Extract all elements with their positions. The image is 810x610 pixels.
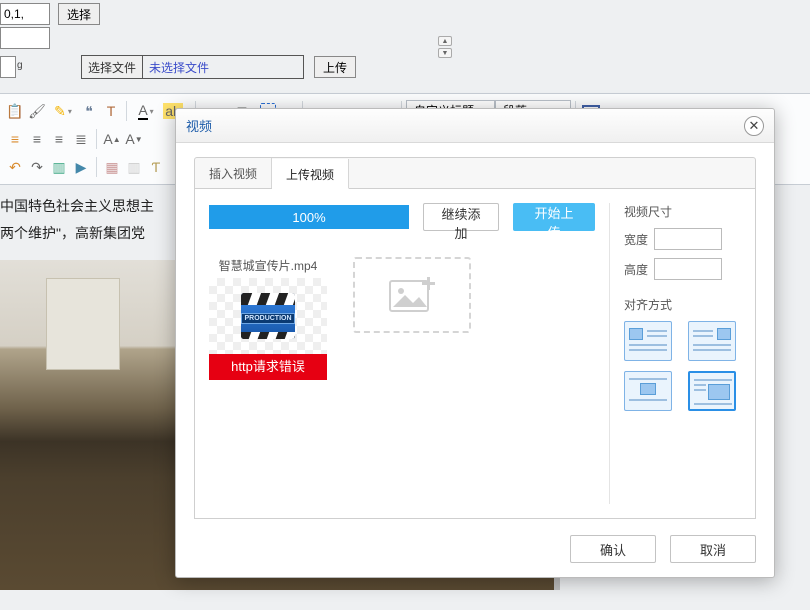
file-picker[interactable]: 选择文件 未选择文件 — [81, 55, 304, 79]
font-dec-icon[interactable]: A▼ — [123, 128, 145, 150]
align-right-icon[interactable]: ≡ — [48, 128, 70, 150]
tab-insert-video[interactable]: 插入视频 — [195, 158, 272, 188]
text-format-icon[interactable]: T — [100, 100, 122, 122]
video-thumb[interactable]: 智慧城宣传片.mp4 PRODUCTION http请求错误 — [209, 257, 327, 380]
align-option-2[interactable] — [688, 321, 736, 361]
modal-title: 视频 — [186, 116, 212, 135]
paste-icon[interactable]: 📋 — [4, 100, 26, 122]
height-input[interactable] — [654, 258, 722, 280]
spinner-down-icon[interactable]: ▼ — [438, 48, 452, 58]
tiny-field[interactable] — [0, 56, 16, 78]
align-option-4[interactable] — [688, 371, 736, 411]
align-option-3[interactable] — [624, 371, 672, 411]
select-button[interactable]: 选择 — [58, 3, 100, 25]
table-icon[interactable]: ▦ — [101, 156, 123, 178]
modal-header: 视频 ✕ — [176, 109, 774, 143]
image-icon[interactable]: ▥ — [48, 156, 70, 178]
choose-file-btn[interactable]: 选择文件 — [82, 56, 143, 78]
g-label: g — [17, 60, 25, 74]
separator — [126, 101, 127, 121]
align-justify-icon[interactable]: ≣ — [70, 128, 92, 150]
upload-progress: 100% — [209, 205, 409, 229]
spinner-up-icon[interactable]: ▲ — [438, 36, 452, 46]
numeric-input[interactable] — [0, 3, 50, 25]
upload-button[interactable]: 上传 — [314, 56, 356, 78]
undo-icon[interactable]: ↶ — [4, 156, 26, 178]
video-preview: PRODUCTION — [209, 278, 327, 354]
highlighter-icon[interactable]: ✎ — [48, 100, 78, 122]
tab-upload-video[interactable]: 上传视频 — [272, 159, 349, 189]
upload-error: http请求错误 — [209, 354, 327, 380]
align-left-icon[interactable]: ≡ — [4, 128, 26, 150]
insert-row-icon[interactable]: ▥ — [123, 156, 145, 178]
align-options — [624, 321, 741, 411]
font-inc-icon[interactable]: A▲ — [101, 128, 123, 150]
video-size-label: 视频尺寸 — [624, 203, 741, 220]
width-input[interactable] — [654, 228, 722, 250]
progress-percent: 100% — [292, 210, 325, 225]
add-more-dropzone[interactable] — [353, 257, 471, 333]
video-file-name: 智慧城宣传片.mp4 — [209, 257, 327, 274]
redo-icon[interactable]: ↷ — [26, 156, 48, 178]
image-placeholder-icon — [389, 275, 435, 315]
formula-icon[interactable]: Ƭ — [145, 156, 167, 178]
align-center-icon[interactable]: ≡ — [26, 128, 48, 150]
close-icon[interactable]: ✕ — [744, 116, 764, 136]
clapperboard-icon: PRODUCTION — [241, 293, 295, 339]
start-upload-button[interactable]: 开始上传 — [513, 203, 595, 231]
continue-add-button[interactable]: 继续添加 — [423, 203, 499, 231]
separator — [96, 129, 97, 149]
align-option-1[interactable] — [624, 321, 672, 361]
height-label: 高度 — [624, 261, 648, 278]
quote-icon[interactable]: ❝ — [78, 100, 100, 122]
align-label: 对齐方式 — [624, 296, 741, 313]
width-label: 宽度 — [624, 231, 648, 248]
no-file-label: 未选择文件 — [143, 56, 303, 78]
cancel-button[interactable]: 取消 — [670, 535, 756, 563]
modal-tabs: 插入视频 上传视频 — [194, 157, 756, 189]
video-modal: 视频 ✕ 插入视频 上传视频 100% 继续添加 开始上传 智慧城宣传片.mp — [175, 108, 775, 578]
aux-input[interactable] — [0, 27, 50, 49]
top-form: 选择 g 选择文件 未选择文件 上传 — [0, 0, 810, 83]
video-icon[interactable]: ▶ — [70, 156, 92, 178]
font-color-icon[interactable]: A — [131, 100, 161, 122]
ok-button[interactable]: 确认 — [570, 535, 656, 563]
brush-icon[interactable]: 🖌 — [26, 100, 48, 122]
separator — [96, 157, 97, 177]
upload-panel: 100% 继续添加 开始上传 智慧城宣传片.mp4 PRODUCTION — [194, 189, 756, 519]
modal-footer: 确认 取消 — [570, 535, 756, 563]
number-spinner[interactable]: ▲ ▼ — [438, 36, 452, 58]
